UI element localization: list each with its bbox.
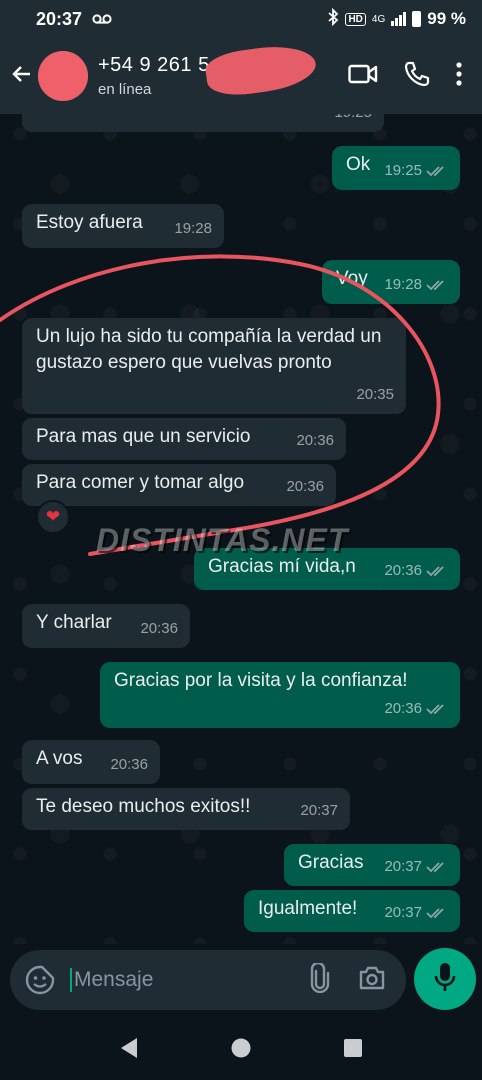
chat-header: +54 9 261 5 en línea [0,38,482,114]
status-time: 20:37 [36,8,83,29]
message-time: 19:28 [174,220,212,237]
message-time: 20:37 [384,904,422,921]
message-outgoing[interactable]: Gracias por la visita y la confianza! 20… [100,662,460,728]
message-list[interactable]: 19:25 Ok 19:25 Estoy afuera 19:28 Voy 19… [0,114,482,944]
video-call-icon[interactable] [348,63,378,90]
mic-icon [434,962,456,997]
message-text: A vos [36,748,83,769]
message-incoming[interactable]: 19:25 [22,114,384,132]
avatar[interactable] [38,51,88,101]
message-outgoing[interactable]: Ok 19:25 [332,146,460,190]
message-text: Y charlar [36,612,112,633]
hd-icon: HD [345,12,366,26]
message-time: 20:36 [140,620,178,637]
watermark: DISTINTAS.NET [96,522,349,558]
message-incoming[interactable]: Un lujo ha sido tu compañía la verdad un… [22,318,406,414]
message-incoming[interactable]: A vos 20:36 [22,740,160,784]
message-time: 20:36 [286,478,324,495]
reaction-heart-icon[interactable]: ❤ [36,500,70,534]
message-text: Estoy afuera [36,212,143,233]
bluetooth-icon [327,7,339,30]
redaction-mark [203,40,319,100]
nav-home-icon[interactable] [231,1038,251,1063]
status-bar: 20:37 HD 4G 99 % [0,0,482,38]
message-text: Te deseo muchos exitos!! [36,796,251,817]
voicemail-icon [92,11,112,28]
message-placeholder: Mensaje [70,968,153,992]
message-time: 19:25 [334,114,372,126]
contact-name: +54 9 261 5 [98,54,210,76]
message-outgoing[interactable]: Igualmente! 20:37 [244,890,460,932]
message-time: 19:28 [384,276,422,293]
read-ticks-icon [426,862,444,873]
battery-level: 99 % [427,9,466,28]
message-text: Un lujo ha sido tu compañía la verdad un… [36,326,382,373]
read-ticks-icon [426,280,444,291]
message-text: Gracias por la visita y la confianza! [114,670,408,691]
message-time: 19:25 [384,162,422,179]
message-incoming[interactable]: Para comer y tomar algo 20:36 [22,464,336,506]
sticker-icon[interactable] [24,964,56,996]
read-ticks-icon [426,566,444,577]
message-time: 20:37 [384,858,422,875]
message-text: Para mas que un servicio [36,426,251,447]
message-time: 20:35 [356,386,394,403]
back-button[interactable] [2,56,42,96]
message-time: 20:36 [384,700,422,717]
read-ticks-icon [426,166,444,177]
signal-icon [391,12,407,26]
message-text: Gracias mí vida,n [208,556,356,577]
message-incoming[interactable]: Para mas que un servicio 20:36 [22,418,346,460]
message-text: Voy [336,268,368,289]
nav-recents-icon[interactable] [343,1038,363,1063]
system-nav-bar [0,1020,482,1080]
message-time: 20:36 [110,756,148,773]
message-incoming[interactable]: Y charlar 20:36 [22,604,190,648]
back-arrow-icon [10,62,34,91]
message-outgoing[interactable]: Gracias 20:37 [284,844,460,886]
more-vert-icon[interactable] [456,61,462,91]
message-text: Ok [346,154,371,175]
read-ticks-icon [426,704,444,715]
message-time: 20:36 [384,562,422,579]
message-incoming[interactable]: Te deseo muchos exitos!! 20:37 [22,788,350,830]
contact-info[interactable]: +54 9 261 5 en línea [98,40,319,100]
message-input[interactable]: Mensaje [10,950,406,1010]
read-ticks-icon [426,908,444,919]
message-text: Para comer y tomar algo [36,472,245,493]
voice-record-button[interactable] [414,948,476,1010]
network-type: 4G [371,13,386,25]
presence-status: en línea [98,81,152,98]
nav-back-icon[interactable] [119,1037,139,1064]
message-time: 20:36 [296,432,334,449]
message-outgoing[interactable]: Voy 19:28 [322,260,460,304]
message-time: 20:37 [300,802,338,819]
phone-icon[interactable] [404,61,430,92]
message-text: Igualmente! [258,898,358,919]
message-incoming[interactable]: Estoy afuera 19:28 [22,204,224,248]
battery-icon [412,11,422,27]
message-text: Gracias [298,852,364,873]
attach-icon[interactable] [310,961,330,998]
camera-icon[interactable] [358,966,386,995]
composer-bar: Mensaje [0,944,482,1020]
